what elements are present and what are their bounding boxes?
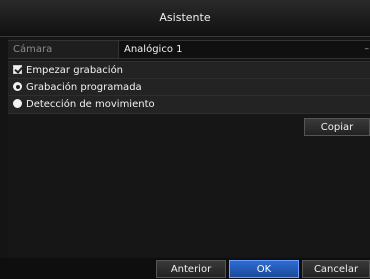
- chevron-down-icon: –: [364, 44, 370, 54]
- footer-bar: Anterior OK Cancelar: [0, 258, 370, 279]
- title-bar: Asistente: [0, 0, 370, 37]
- wizard-window: Asistente Cámara Analógico 1 – Empezar g…: [0, 0, 370, 279]
- motion-detection-radio[interactable]: [13, 99, 22, 108]
- wizard-panel: Cámara Analógico 1 – Empezar grabación G…: [8, 37, 370, 257]
- motion-detection-option[interactable]: Detección de movimiento: [8, 95, 370, 114]
- window-title: Asistente: [159, 11, 211, 24]
- camera-select[interactable]: Analógico 1 –: [118, 41, 370, 58]
- copy-button[interactable]: Copiar: [304, 118, 370, 136]
- previous-button[interactable]: Anterior: [156, 260, 226, 278]
- scheduled-recording-radio[interactable]: [13, 82, 22, 91]
- camera-label: Cámara: [13, 44, 53, 55]
- camera-select-value: Analógico 1: [124, 44, 183, 55]
- ok-button[interactable]: OK: [229, 260, 299, 278]
- motion-detection-label: Detección de movimiento: [26, 99, 155, 110]
- cancel-button[interactable]: Cancelar: [302, 260, 370, 278]
- start-recording-checkbox[interactable]: [13, 65, 22, 74]
- scheduled-recording-label: Grabación programada: [26, 82, 142, 93]
- camera-row: Cámara Analógico 1 –: [8, 40, 370, 59]
- start-recording-label: Empezar grabación: [26, 65, 124, 76]
